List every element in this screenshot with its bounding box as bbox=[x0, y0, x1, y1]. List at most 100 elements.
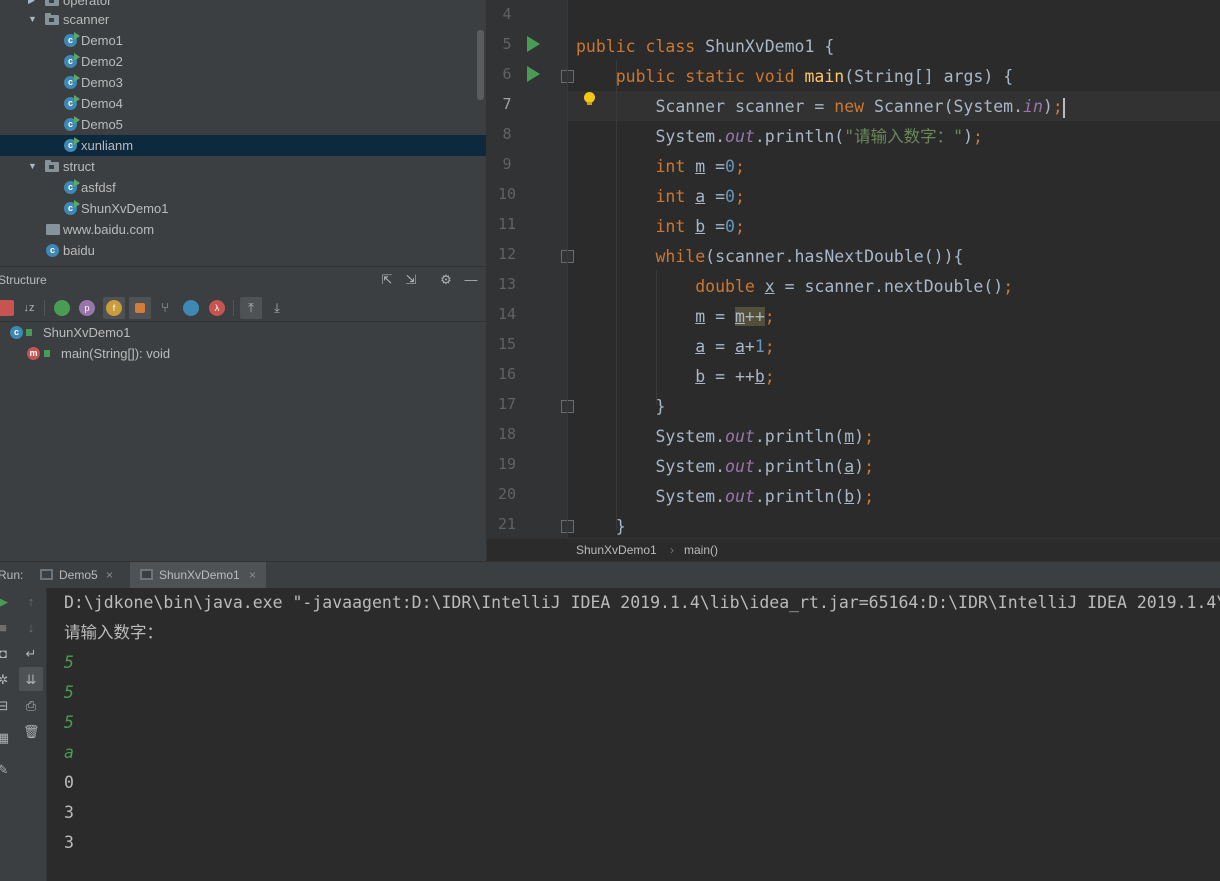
folder-icon bbox=[46, 224, 60, 235]
console-icon bbox=[40, 569, 53, 580]
run-tab-bar: Run: Demo5 × ShunXvDemo1 × bbox=[0, 561, 1220, 589]
code-line[interactable]: while(scanner.hasNextDouble()){ bbox=[576, 242, 963, 272]
layout-icon[interactable]: ▦ bbox=[0, 730, 11, 746]
tab-shunxvdemo1[interactable]: ShunXvDemo1 × bbox=[130, 562, 266, 588]
tree-item-demo1[interactable]: c Demo1 bbox=[0, 30, 486, 51]
code-line[interactable]: public class ShunXvDemo1 { bbox=[576, 32, 834, 62]
structure-root-item[interactable]: c ShunXvDemo1 bbox=[0, 322, 486, 343]
class-icon: c bbox=[46, 244, 59, 257]
code-line[interactable]: System.out.println(m); bbox=[576, 422, 874, 452]
up-arrow-icon[interactable]: ↑ bbox=[23, 594, 39, 610]
structure-method-item[interactable]: m main(String[]): void bbox=[0, 343, 486, 364]
show-non-public-icon[interactable] bbox=[135, 303, 145, 313]
line-number: 21 bbox=[497, 515, 517, 533]
class-icon: c bbox=[64, 116, 80, 131]
trash-icon[interactable]: 🗑 bbox=[23, 724, 40, 740]
code-editor[interactable]: 4 5 6 7 8 9 10 11 12 13 14 15 16 17 18 1… bbox=[486, 0, 1220, 538]
soft-wrap-icon[interactable]: ↵ bbox=[23, 646, 39, 662]
public-lock-icon bbox=[44, 350, 50, 357]
tree-item-www-baidu-com[interactable]: www.baidu.com bbox=[0, 219, 486, 240]
tree-item-demo3[interactable]: c Demo3 bbox=[0, 72, 486, 93]
breadcrumb: ShunXvDemo1 › main() bbox=[486, 538, 1220, 562]
tree-item-shunxvdemo1[interactable]: c ShunXvDemo1 bbox=[0, 198, 486, 219]
sort-alphabetically-icon[interactable]: ↓z bbox=[21, 300, 37, 316]
settings-icon[interactable]: ✲ bbox=[0, 672, 11, 688]
show-properties-icon[interactable]: p bbox=[79, 300, 95, 316]
line-number: 9 bbox=[502, 155, 512, 173]
pin-icon[interactable]: ✎ bbox=[0, 762, 11, 778]
code-line[interactable]: b = ++b; bbox=[576, 362, 774, 392]
structure-header: Structure ⇱ ⇲ ⚙ — bbox=[0, 267, 486, 293]
scroll-to-end-icon[interactable]: ⇊ bbox=[23, 672, 39, 688]
show-lambdas-icon[interactable]: λ bbox=[209, 300, 225, 316]
hide-icon[interactable]: — bbox=[463, 272, 479, 288]
code-line[interactable]: double x = scanner.nextDouble(); bbox=[576, 272, 1013, 302]
structure-title: Structure bbox=[0, 273, 47, 287]
code-line[interactable]: public static void main(String[] args) { bbox=[576, 62, 1013, 92]
close-icon[interactable]: × bbox=[249, 562, 256, 588]
show-inherited-icon[interactable] bbox=[54, 300, 70, 316]
code-line[interactable]: int m =0; bbox=[576, 152, 744, 182]
print-icon[interactable]: ⎙ bbox=[23, 698, 39, 714]
autoscroll-from-source-icon[interactable]: ⤓ bbox=[269, 300, 285, 316]
autoscroll-to-source-icon[interactable]: ⤒ bbox=[243, 300, 259, 316]
code-line[interactable]: int a =0; bbox=[576, 182, 744, 212]
breadcrumb-separator: › bbox=[670, 543, 674, 557]
show-anonymous-classes-icon[interactable] bbox=[183, 300, 199, 316]
collapse-all-icon[interactable]: ⇲ bbox=[403, 272, 419, 288]
tree-item-struct[interactable]: ▼ struct bbox=[0, 156, 486, 177]
console-output[interactable]: D:\jdkone\bin\java.exe "-javaagent:D:\ID… bbox=[47, 588, 1220, 881]
code-line[interactable]: int b =0; bbox=[576, 212, 744, 242]
run-main-icon[interactable] bbox=[527, 66, 540, 82]
stop-icon[interactable]: ■ bbox=[0, 620, 11, 636]
toolbar-separator bbox=[233, 300, 234, 316]
close-icon[interactable]: × bbox=[106, 562, 113, 588]
code-line[interactable]: m = m++; bbox=[576, 302, 775, 332]
line-number: 11 bbox=[497, 215, 517, 233]
code-line[interactable]: a = a+1; bbox=[576, 332, 775, 362]
code-line[interactable]: System.out.println(a); bbox=[576, 452, 874, 482]
line-number: 5 bbox=[502, 35, 512, 53]
rerun-icon[interactable]: ▶ bbox=[0, 594, 11, 610]
run-label: Run: bbox=[0, 568, 24, 582]
console-line: 0 bbox=[64, 773, 74, 792]
sort-by-visibility-icon[interactable] bbox=[0, 300, 14, 316]
camera-icon[interactable]: ◘ bbox=[0, 646, 11, 662]
show-anonymous-icon[interactable]: ⑂ bbox=[157, 300, 173, 316]
class-icon: c bbox=[64, 74, 80, 89]
tab-demo5[interactable]: Demo5 × bbox=[30, 562, 127, 588]
console-input-line: a bbox=[64, 743, 74, 762]
project-scrollbar[interactable] bbox=[477, 30, 484, 100]
package-icon bbox=[45, 160, 59, 172]
tree-item-scanner[interactable]: ▼ scanner bbox=[0, 9, 486, 30]
show-fields-icon[interactable]: f bbox=[106, 300, 122, 316]
line-number: 12 bbox=[497, 245, 517, 263]
line-number: 14 bbox=[497, 305, 517, 323]
breadcrumb-class[interactable]: ShunXvDemo1 bbox=[576, 543, 657, 557]
restore-layout-icon[interactable]: ⊟ bbox=[0, 698, 11, 714]
tree-item-demo2[interactable]: c Demo2 bbox=[0, 51, 486, 72]
project-tree-panel: ▶ operator ▼ scanner c Demo1 c Demo2 c D… bbox=[0, 0, 486, 266]
code-line[interactable]: System.out.println("请输入数字："); bbox=[576, 122, 983, 152]
expand-all-icon[interactable]: ⇱ bbox=[379, 272, 395, 288]
breadcrumb-method[interactable]: main() bbox=[684, 543, 718, 557]
tree-item-baidu[interactable]: c baidu bbox=[0, 240, 486, 261]
gear-icon[interactable]: ⚙ bbox=[438, 272, 454, 288]
line-number: 13 bbox=[497, 275, 517, 293]
code-line[interactable]: } bbox=[576, 392, 665, 422]
down-arrow-icon[interactable]: ↓ bbox=[23, 620, 39, 636]
tree-item-demo4[interactable]: c Demo4 bbox=[0, 93, 486, 114]
tree-item-asfdsf[interactable]: c asfdsf bbox=[0, 177, 486, 198]
editor-gutter: 4 5 6 7 8 9 10 11 12 13 14 15 16 17 18 1… bbox=[487, 0, 574, 538]
console-input-line: 5 bbox=[64, 683, 74, 702]
run-class-icon[interactable] bbox=[527, 36, 540, 52]
code-line[interactable]: Scanner scanner = new Scanner(System.in)… bbox=[576, 92, 1065, 122]
code-line[interactable]: System.out.println(b); bbox=[576, 482, 874, 512]
tab-label: ShunXvDemo1 bbox=[159, 568, 240, 582]
tree-item-xunlianm[interactable]: c xunlianm bbox=[0, 135, 486, 156]
chevron-down-icon[interactable]: ▼ bbox=[28, 9, 37, 30]
chevron-down-icon[interactable]: ▼ bbox=[28, 156, 37, 177]
class-icon: c bbox=[10, 326, 23, 339]
class-icon: c bbox=[64, 137, 80, 152]
tree-item-demo5[interactable]: c Demo5 bbox=[0, 114, 486, 135]
